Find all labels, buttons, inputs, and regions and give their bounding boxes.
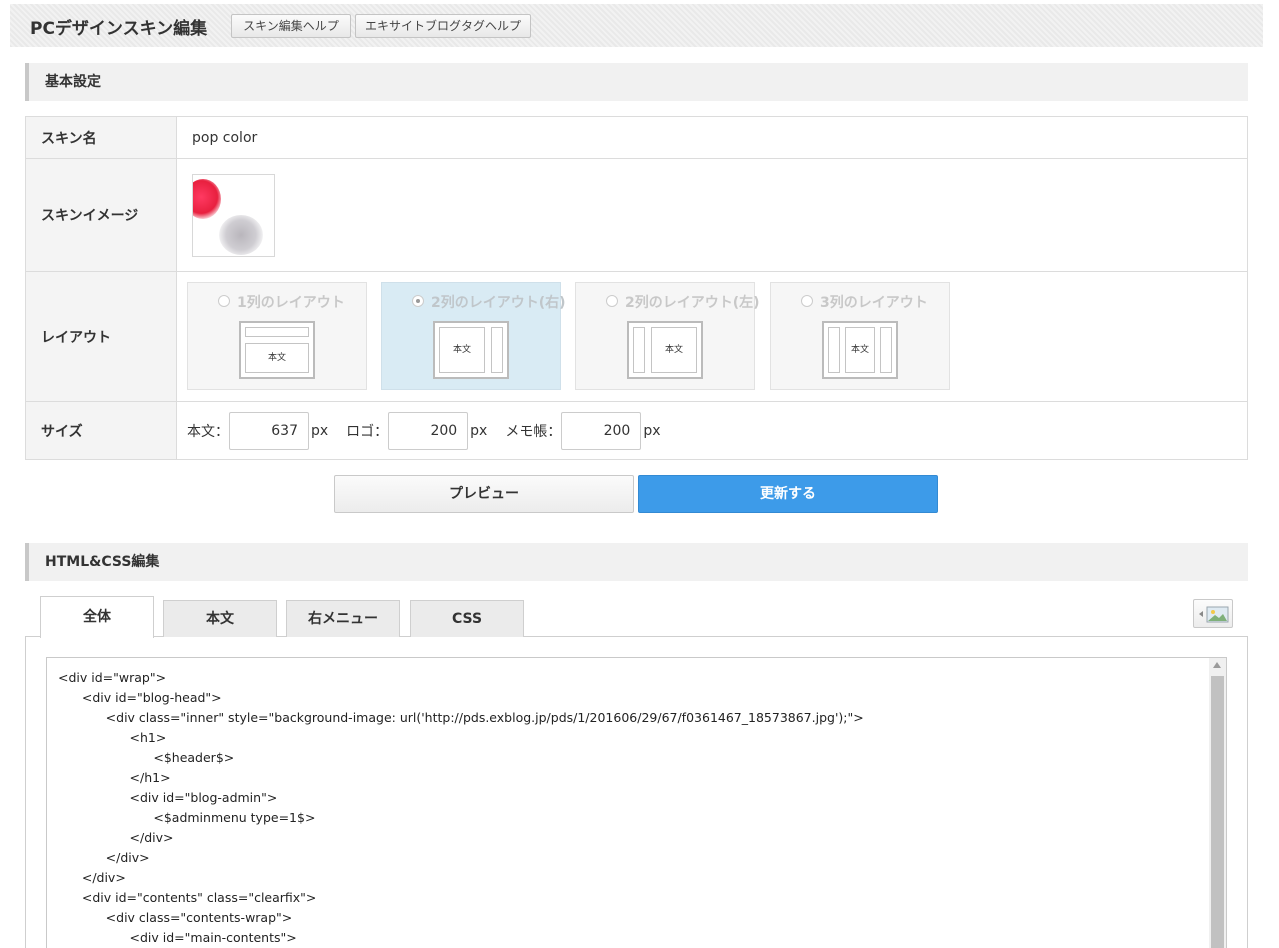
- layout-option-2col-right[interactable]: 2列のレイアウト(右) 本文: [381, 282, 566, 390]
- size-row: サイズ 本文： px ロゴ： px メモ帳： px: [25, 401, 1248, 460]
- px-unit: px: [643, 422, 661, 439]
- page-title: PCデザインスキン編集: [30, 19, 208, 39]
- skin-name-value: pop color: [176, 116, 1248, 159]
- layout-radio-3col[interactable]: [801, 295, 813, 307]
- body-width-label: 本文：: [187, 423, 229, 440]
- body-block: 本文: [845, 327, 875, 373]
- page-header: PCデザインスキン編集 スキン編集ヘルプ エキサイトブログタグヘルプ: [10, 4, 1263, 47]
- image-icon: [1199, 606, 1229, 623]
- layout-radio-2col-right[interactable]: [412, 295, 424, 307]
- skin-name-label: スキン名: [25, 116, 177, 159]
- layout-label: レイアウト: [25, 271, 177, 402]
- preview-button[interactable]: プレビュー: [334, 475, 634, 513]
- excite-blog-tag-help-button[interactable]: エキサイトブログタグヘルプ: [355, 14, 531, 38]
- logo-width-label: ロゴ：: [346, 423, 389, 440]
- layout-diagram-3col: 本文: [822, 321, 898, 379]
- layout-diagram-2col-right: 本文: [433, 321, 509, 379]
- skin-image-label: スキンイメージ: [25, 158, 177, 272]
- layout-option-label: 2列のレイアウト(左): [625, 295, 760, 311]
- tab-css[interactable]: CSS: [410, 600, 524, 637]
- gray-blob-graphic: [219, 214, 263, 255]
- logo-width-input[interactable]: [388, 411, 469, 450]
- memo-width-input[interactable]: [561, 411, 642, 450]
- size-controls: 本文： px ロゴ： px メモ帳： px: [187, 411, 1247, 450]
- scroll-up-icon[interactable]: [1213, 662, 1221, 668]
- skin-edit-help-button[interactable]: スキン編集ヘルプ: [231, 14, 351, 38]
- scroll-thumb[interactable]: [1211, 676, 1224, 948]
- tab-all[interactable]: 全体: [40, 596, 154, 638]
- basic-settings-heading: 基本設定: [25, 63, 1248, 101]
- layout-radio-2col-left[interactable]: [606, 295, 618, 307]
- layout-option-label: 1列のレイアウト: [237, 295, 345, 311]
- layout-radio-1col[interactable]: [218, 295, 230, 307]
- layout-row: レイアウト 1列のレイアウト 本文 2列のレイアウト(右) 本文 2列のレイアウ…: [25, 271, 1248, 402]
- body-block: 本文: [439, 327, 485, 373]
- html-css-edit-heading: HTML&CSS編集: [25, 543, 1248, 581]
- px-unit: px: [470, 422, 488, 439]
- tab-right-menu[interactable]: 右メニュー: [286, 600, 400, 637]
- skin-thumbnail: [192, 173, 275, 257]
- layout-option-3col[interactable]: 3列のレイアウト 本文: [770, 282, 950, 390]
- editor-scrollbar[interactable]: [1209, 658, 1226, 948]
- side-block: [828, 327, 840, 373]
- side-block: [491, 327, 503, 373]
- header-block: [245, 327, 309, 337]
- update-button[interactable]: 更新する: [638, 475, 938, 513]
- red-blob-graphic: [193, 178, 221, 219]
- layout-option-label: 3列のレイアウト: [820, 295, 928, 311]
- side-block: [633, 327, 645, 373]
- code-editor[interactable]: <div id="wrap"> <div id="blog-head"> <di…: [46, 657, 1227, 948]
- px-unit: px: [311, 422, 329, 439]
- body-block: 本文: [651, 327, 697, 373]
- tab-body[interactable]: 本文: [163, 600, 277, 637]
- body-width-input[interactable]: [229, 411, 309, 450]
- memo-width-label: メモ帳：: [505, 423, 562, 440]
- layout-option-2col-left[interactable]: 2列のレイアウト(左) 本文: [575, 282, 760, 390]
- body-block: 本文: [245, 343, 309, 373]
- code-text: <div id="wrap"> <div id="blog-head"> <di…: [58, 670, 864, 945]
- layout-option-1col[interactable]: 1列のレイアウト 本文: [187, 282, 367, 390]
- settings-table: スキン名 pop color スキンイメージ レイアウト 1列のレイアウト 本文: [25, 116, 1248, 460]
- image-insert-button[interactable]: [1193, 599, 1233, 628]
- skin-image-row: スキンイメージ: [25, 158, 1248, 272]
- layout-diagram-2col-left: 本文: [627, 321, 703, 379]
- layout-diagram-1col: 本文: [239, 321, 315, 379]
- size-label: サイズ: [25, 401, 177, 460]
- skin-name-row: スキン名 pop color: [25, 116, 1248, 159]
- side-block: [880, 327, 892, 373]
- layout-option-label: 2列のレイアウト(右): [431, 295, 566, 311]
